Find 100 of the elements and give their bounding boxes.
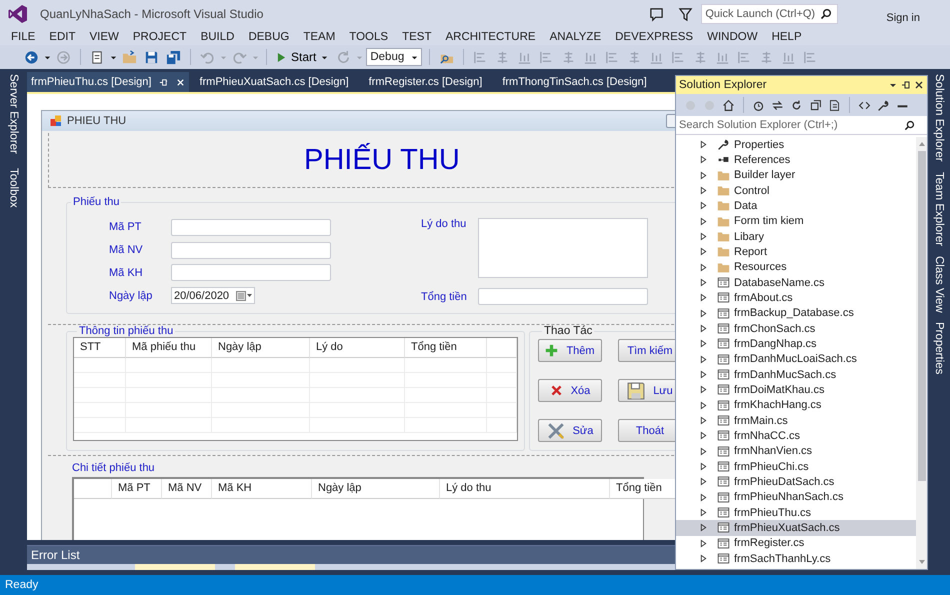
side-panel-tab[interactable]: Team Explorer	[933, 172, 945, 246]
expander-icon[interactable]	[700, 308, 707, 318]
expander-icon[interactable]	[700, 462, 707, 472]
expander-icon[interactable]	[700, 232, 707, 242]
expander-icon[interactable]	[700, 216, 707, 226]
tree-item[interactable]: frmDanhMucSach.cs	[676, 366, 916, 382]
menu-item[interactable]: HELP	[764, 30, 809, 42]
menu-item[interactable]: ARCHITECTURE	[438, 30, 543, 42]
tree-item[interactable]: frmPhieuThu.cs	[676, 504, 916, 520]
expander-icon[interactable]	[700, 278, 707, 288]
notification-icon[interactable]	[649, 6, 664, 22]
text-field[interactable]	[171, 242, 331, 259]
menu-item[interactable]: WINDOW	[700, 30, 765, 42]
expander-icon[interactable]	[700, 492, 707, 502]
tree-item[interactable]: Report	[676, 244, 916, 260]
configuration-dropdown[interactable]: Debug	[366, 48, 422, 66]
scrollbar-thumb[interactable]	[918, 151, 926, 481]
text-field[interactable]	[478, 288, 648, 305]
column-header[interactable]: Mã phiếu thu	[126, 338, 212, 358]
form-button[interactable]: Sửa	[538, 419, 602, 442]
document-tab[interactable]: frmPhieuXuatSach.cs [Design]	[195, 72, 365, 92]
menu-item[interactable]: DEVEXPRESS	[608, 30, 700, 42]
expander-icon[interactable]	[700, 416, 707, 426]
tree-item[interactable]: DatabaseName.cs	[676, 274, 916, 290]
collapse-all-icon[interactable]	[809, 98, 822, 112]
back-icon[interactable]	[24, 50, 39, 64]
tree-item[interactable]: frmPhieuChi.cs	[676, 458, 916, 474]
tree-item[interactable]: Properties	[676, 137, 916, 152]
side-panel-tab[interactable]: Toolbox	[8, 168, 20, 208]
form-button[interactable]: Lưu	[618, 379, 675, 402]
tree-item[interactable]: Resources	[676, 260, 916, 275]
tree-item[interactable]: frmDoiMatKhau.cs	[676, 382, 916, 398]
expander-icon[interactable]	[700, 339, 707, 348]
tree-item[interactable]: frmDanhMucLoaiSach.cs	[676, 352, 916, 367]
open-folder-icon[interactable]	[122, 50, 137, 64]
save-icon[interactable]	[144, 50, 159, 64]
tree-item[interactable]: frmAbout.cs	[676, 290, 916, 306]
tree-item[interactable]: frmNhaCC.cs	[676, 428, 916, 444]
tree-item[interactable]: frmRegister.cs	[676, 536, 916, 551]
home-icon[interactable]	[722, 98, 735, 112]
menu-item[interactable]: TEAM	[296, 30, 342, 42]
form-button[interactable]: Tìm kiếm	[618, 339, 675, 362]
column-header[interactable]: Mã NV	[162, 479, 212, 499]
expander-icon[interactable]	[700, 201, 707, 210]
expander-icon[interactable]	[700, 523, 707, 532]
dropdown-caret-icon[interactable]	[44, 54, 51, 60]
expander-icon[interactable]	[700, 186, 707, 196]
menu-item[interactable]: PROJECT	[126, 30, 194, 42]
column-header[interactable]: Tổng tiền	[405, 338, 487, 358]
menu-item[interactable]: TEST	[395, 30, 438, 42]
date-picker[interactable]: 20/06/2020	[171, 287, 255, 304]
tree-item[interactable]: Form tim kiem	[676, 214, 916, 229]
start-button[interactable]: Start	[274, 50, 332, 64]
row-header-cell[interactable]	[74, 479, 112, 499]
tree-item[interactable]: frmBackup_Database.cs	[676, 306, 916, 321]
tree-item[interactable]: frmChonSach.cs	[676, 320, 916, 336]
save-all-icon[interactable]	[166, 50, 181, 64]
text-field[interactable]	[171, 264, 331, 282]
tree-item[interactable]: References	[676, 152, 916, 168]
document-tab[interactable]: frmRegister.cs [Design]	[364, 72, 498, 92]
form-button[interactable]: Thêm	[538, 339, 602, 362]
expander-icon[interactable]	[700, 247, 707, 256]
tree-item[interactable]: frmKhachHang.cs	[676, 398, 916, 413]
tree-item[interactable]: frmPhieuXuatSach.cs	[676, 520, 916, 536]
menu-item[interactable]: DEBUG	[241, 30, 296, 42]
column-header[interactable]: Mã KH	[212, 479, 312, 499]
column-header[interactable]: STT	[74, 338, 126, 358]
expander-icon[interactable]	[700, 385, 707, 394]
menu-item[interactable]: ANALYZE	[542, 30, 608, 42]
expander-icon[interactable]	[700, 354, 707, 364]
refresh-icon[interactable]	[790, 98, 803, 112]
sign-in-link[interactable]: Sign in	[886, 12, 920, 24]
form-button[interactable]: Xóa	[538, 379, 602, 402]
pin-icon[interactable]	[901, 80, 911, 90]
tree-item[interactable]: frmSachThanhLy.cs	[676, 550, 916, 566]
expander-icon[interactable]	[700, 155, 707, 164]
filter-icon[interactable]	[678, 6, 694, 22]
scrollbar[interactable]	[916, 137, 927, 569]
close-icon[interactable]	[914, 80, 924, 90]
tree-item[interactable]: frmMain.cs	[676, 412, 916, 428]
side-panel-tab[interactable]: Server Explorer	[8, 74, 20, 154]
column-header[interactable]: Lý do	[310, 338, 405, 358]
menu-item[interactable]: BUILD	[194, 30, 242, 42]
column-header[interactable]: Tổng tiền	[610, 479, 675, 499]
tree-item[interactable]: frmNhanVien.cs	[676, 444, 916, 459]
expander-icon[interactable]	[700, 140, 707, 150]
tree-item[interactable]: frmDangNhap.cs	[676, 336, 916, 352]
column-header[interactable]: Ngày lập	[212, 338, 310, 358]
tree-item[interactable]: Data	[676, 198, 916, 214]
tree-item[interactable]: Control	[676, 182, 916, 198]
tree-item[interactable]: Libary	[676, 228, 916, 244]
menu-item[interactable]: EDIT	[42, 30, 82, 42]
tree-item[interactable]: frmPhieuDatSach.cs	[676, 474, 916, 490]
sync-icon[interactable]	[771, 98, 784, 112]
wrench-icon[interactable]	[877, 98, 890, 112]
expander-icon[interactable]	[700, 508, 707, 518]
expander-icon[interactable]	[700, 446, 707, 456]
column-header[interactable]: Ngày lập	[312, 479, 440, 499]
text-field[interactable]	[171, 218, 331, 236]
expander-icon[interactable]	[700, 170, 707, 180]
